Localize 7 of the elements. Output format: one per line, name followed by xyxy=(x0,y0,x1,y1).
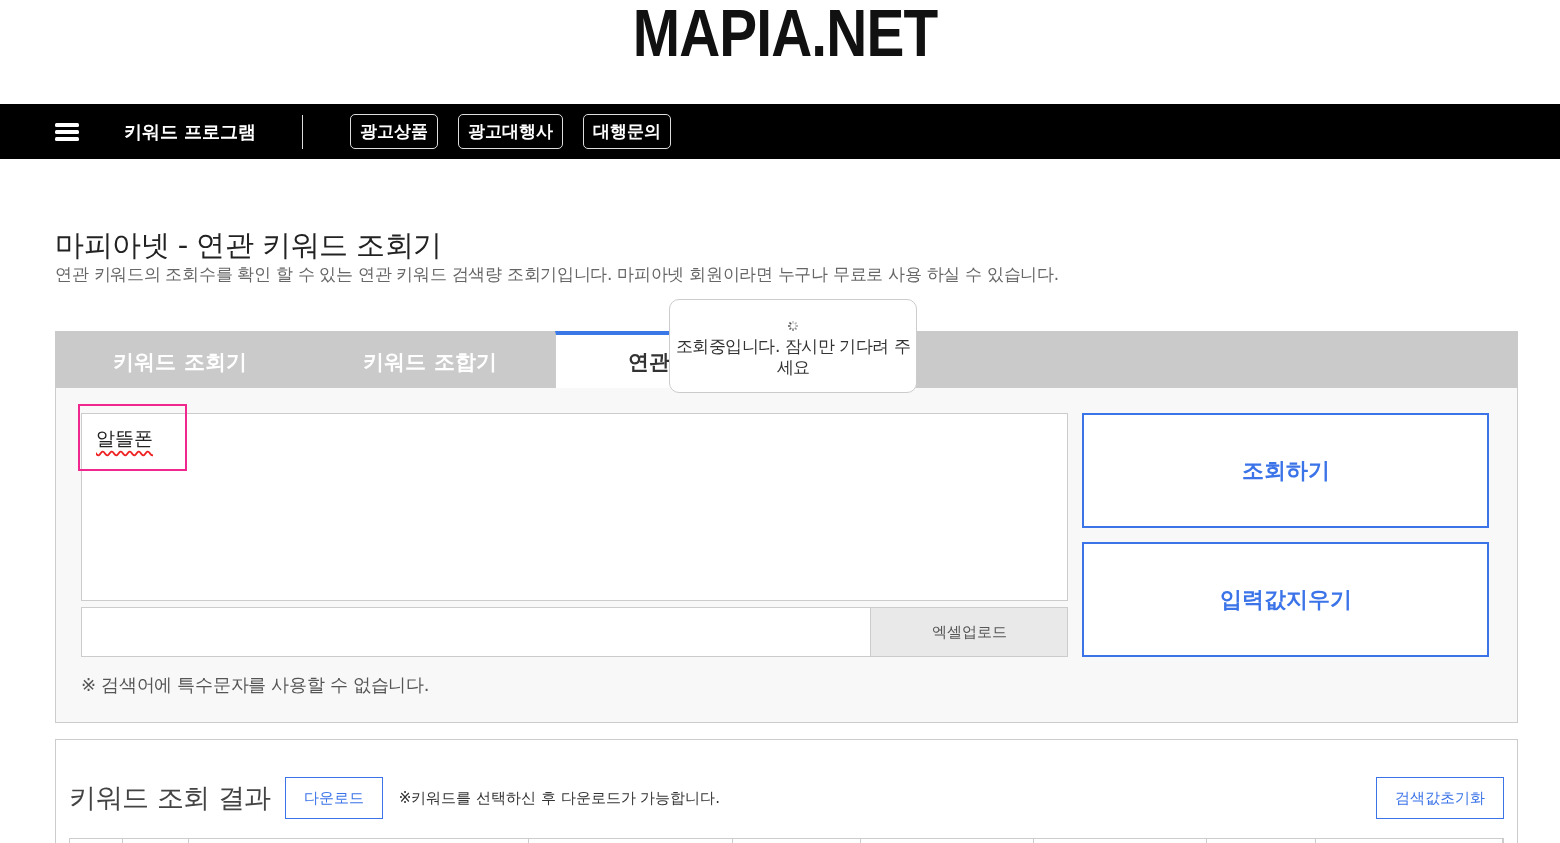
page-title: 마피아넷 - 연관 키워드 조회기 xyxy=(55,227,443,263)
program-title: 키워드 프로그램 xyxy=(124,119,257,144)
page-subtitle: 연관 키워드의 조회수를 확인 할 수 있는 연관 키워드 검색량 조회기입니다. 마피아넷 회원이라면 누구나 무료로 사용 하실 수 있습니다. xyxy=(55,263,1060,285)
results-title: 키워드 조회 결과 xyxy=(69,781,271,815)
loading-message: 조회중입니다. 잠시만 기다려 주세요 xyxy=(674,336,912,378)
download-hint: ※키워드를 선택하신 후 다운로드가 가능합니다. xyxy=(398,788,722,808)
notice-text: ※ 검색어에 특수문자를 사용할 수 없습니다. xyxy=(81,673,431,697)
